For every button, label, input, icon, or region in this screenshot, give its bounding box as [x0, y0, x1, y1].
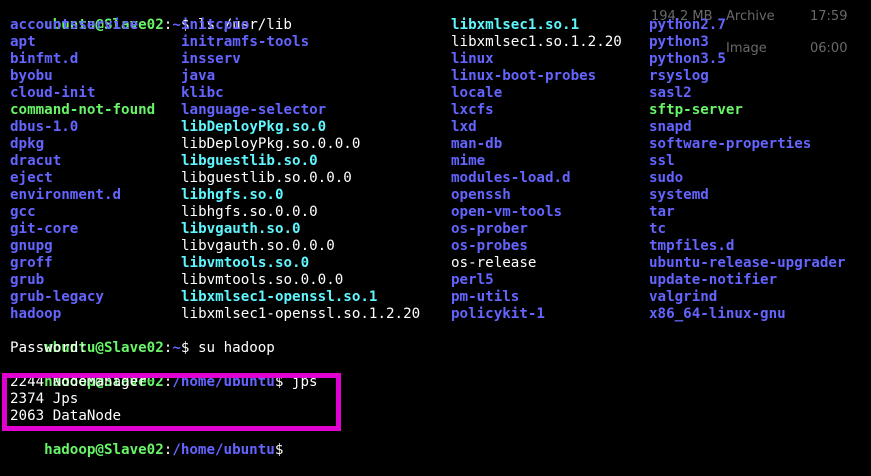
- ls-entry: environment.d: [10, 187, 122, 203]
- ls-entry: eject: [10, 170, 53, 186]
- ls-entry: grub: [10, 272, 45, 288]
- ls-entry: locale: [451, 85, 503, 101]
- ls-entry: sasl2: [649, 85, 692, 101]
- command-text: su hadoop: [189, 340, 275, 356]
- ls-entry: ubuntu-release-upgrader: [649, 255, 846, 271]
- overlay-type-image: Image: [726, 41, 767, 56]
- ls-entry: gnupg: [10, 238, 53, 254]
- ls-entry: command-not-found: [10, 102, 156, 118]
- ls-entry: modules-load.d: [451, 170, 571, 186]
- ls-entry: initcpio: [181, 17, 250, 33]
- ls-entry: valgrind: [649, 289, 718, 305]
- ls-entry: binfmt.d: [10, 51, 79, 67]
- ls-entry: linux-boot-probes: [451, 68, 597, 84]
- ls-entry: initramfs-tools: [181, 34, 310, 50]
- ls-entry: snapd: [649, 119, 692, 135]
- ls-entry: os-release: [451, 255, 537, 271]
- ls-entry: groff: [10, 255, 53, 271]
- ls-entry: libguestlib.so.0: [181, 153, 318, 169]
- ls-entry: sudo: [649, 170, 684, 186]
- ls-entry: software-properties: [649, 136, 812, 152]
- ls-entry: man-db: [451, 136, 503, 152]
- ls-entry: policykit-1: [451, 306, 545, 322]
- ls-entry: ssl: [649, 153, 675, 169]
- ls-entry: openssh: [451, 187, 511, 203]
- ls-entry: byobu: [10, 68, 53, 84]
- ls-entry: rsyslog: [649, 68, 709, 84]
- ls-entry: pm-utils: [451, 289, 520, 305]
- ls-entry: libxmlsec1-openssl.so.1: [181, 289, 378, 305]
- ls-entry: language-selector: [181, 102, 327, 118]
- ls-entry: open-vm-tools: [451, 204, 563, 220]
- ls-entry: libhgfs.so.0: [181, 187, 284, 203]
- ls-entry: libxmlsec1.so.1.2.20: [451, 34, 622, 50]
- ls-entry: libDeployPkg.so.0.0.0: [181, 136, 361, 152]
- ls-entry: linux: [451, 51, 494, 67]
- ls-entry: git-core: [10, 221, 79, 237]
- ls-entry: java: [181, 68, 216, 84]
- ls-entry: libvmtools.so.0: [181, 255, 310, 271]
- overlay-time-2: 06:00: [810, 41, 848, 56]
- ls-entry: os-probes: [451, 238, 528, 254]
- ls-entry: gcc: [10, 204, 36, 220]
- ls-entry: grub-legacy: [10, 289, 104, 305]
- prompt-symbol: $: [274, 442, 284, 458]
- ls-entry: python2.7: [649, 17, 726, 33]
- ls-entry: accountsservice: [10, 17, 139, 33]
- prompt-path: /home/ubuntu: [172, 442, 275, 458]
- ls-entry: sftp-server: [649, 102, 743, 118]
- overlay-time-1: 17:59: [810, 9, 848, 24]
- ls-entry: tmpfiles.d: [649, 238, 735, 254]
- ls-entry: libDeployPkg.so.0: [181, 119, 327, 135]
- ls-entry: x86_64-linux-gnu: [649, 306, 786, 322]
- ls-entry: libhgfs.so.0.0.0: [181, 204, 318, 220]
- ls-entry: insserv: [181, 51, 241, 67]
- prompt-path: ~: [172, 340, 181, 356]
- prompt-path: ~: [172, 17, 181, 33]
- ls-entry: libxmlsec1.so.1: [451, 17, 580, 33]
- ls-entry: klibc: [181, 85, 224, 101]
- ls-entry: update-notifier: [649, 272, 778, 288]
- prompt-line-3: hadoop@Slave02:/home/ubuntu$ jps: [10, 357, 317, 390]
- ls-entry: dpkg: [10, 136, 45, 152]
- password-prompt: Password:: [10, 340, 87, 356]
- ls-entry: lxcfs: [451, 102, 494, 118]
- terminal-window[interactable]: 194.2 MB Archive 17:59 Image 06:00 ubunt…: [0, 0, 871, 458]
- ls-entry: python3: [649, 34, 709, 50]
- ls-entry: python3.5: [649, 51, 726, 67]
- ls-entry: libxmlsec1-openssl.so.1.2.20: [181, 306, 421, 322]
- highlight-box: [2, 373, 341, 431]
- ls-entry: libvgauth.so.0: [181, 221, 301, 237]
- prompt-user: hadoop@Slave02: [44, 442, 164, 458]
- ls-entry: tar: [649, 204, 675, 220]
- ls-entry: dbus-1.0: [10, 119, 79, 135]
- ls-entry: libvgauth.so.0.0.0: [181, 238, 335, 254]
- ls-entry: perl5: [451, 272, 494, 288]
- ls-entry: libguestlib.so.0.0.0: [181, 170, 352, 186]
- ls-entry: dracut: [10, 153, 62, 169]
- ls-entry: systemd: [649, 187, 709, 203]
- ls-entry: hadoop: [10, 306, 62, 322]
- ls-entry: cloud-init: [10, 85, 96, 101]
- ls-entry: tc: [649, 221, 667, 237]
- ls-entry: mime: [451, 153, 486, 169]
- overlay-type-archive: Archive: [726, 9, 775, 24]
- ls-entry: apt: [10, 34, 36, 50]
- prompt-line-2: ubuntu@Slave02:~$ su hadoop: [10, 323, 275, 356]
- ls-entry: libvmtools.so.0.0.0: [181, 272, 344, 288]
- prompt-separator: :: [163, 442, 173, 458]
- prompt-line-1: ubuntu@Slave02:~$ ls /usr/lib: [10, 0, 292, 33]
- ls-entry: lxd: [451, 119, 477, 135]
- ls-entry: os-prober: [451, 221, 528, 237]
